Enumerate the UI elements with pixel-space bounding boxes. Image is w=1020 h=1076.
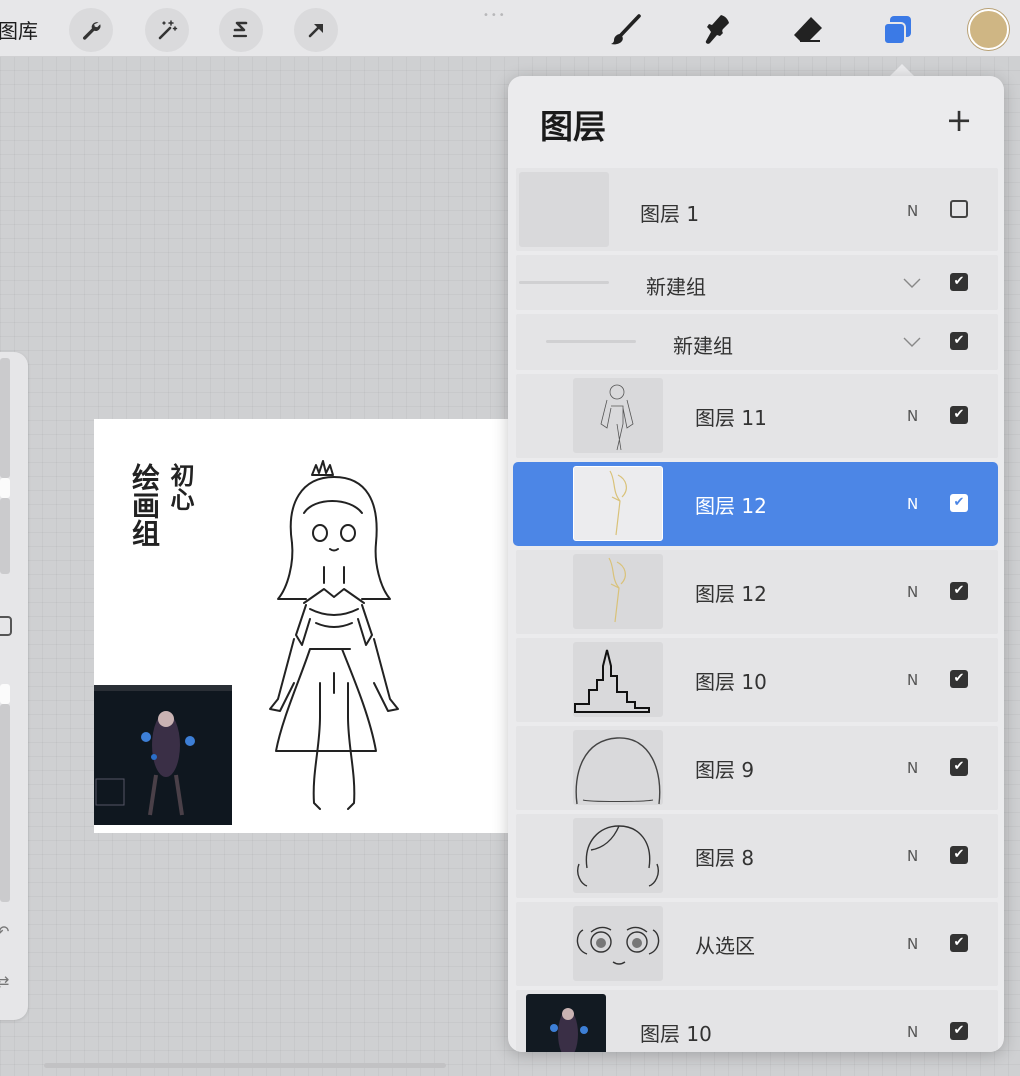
gallery-button[interactable]: 图库: [0, 15, 38, 44]
visibility-checkbox[interactable]: ✔: [950, 758, 968, 776]
visibility-checkbox[interactable]: ✔: [950, 670, 968, 688]
layer-thumbnail: [573, 642, 663, 717]
home-indicator: [44, 1063, 446, 1068]
brush-icon[interactable]: [606, 10, 646, 50]
blend-mode-button[interactable]: N: [907, 202, 918, 220]
visibility-checkbox[interactable]: ✔: [950, 934, 968, 952]
layer-row[interactable]: 图层 11 N ✔: [516, 374, 998, 458]
group-indicator-line: [546, 340, 636, 343]
layer-thumbnail: [573, 730, 663, 805]
opacity-handle[interactable]: [0, 684, 10, 704]
layer-row[interactable]: 从选区 N ✔: [516, 902, 998, 986]
layer-name: 图层 12: [695, 582, 767, 606]
opacity-slider[interactable]: [0, 704, 10, 902]
eraser-icon[interactable]: [788, 10, 828, 50]
group-indicator-line: [519, 281, 609, 284]
wrench-icon[interactable]: [69, 8, 113, 52]
undo-icon[interactable]: ↶: [0, 922, 9, 941]
layer-name: 图层 9: [695, 758, 755, 782]
layer-name: 图层 11: [695, 406, 767, 430]
layer-name: 图层 10: [695, 670, 767, 694]
left-sidebar: ↶ ⇄: [0, 352, 28, 1020]
add-layer-button[interactable]: +: [944, 104, 974, 136]
layer-name: 从选区: [695, 934, 755, 958]
drawing-canvas[interactable]: 初心 绘画组: [94, 419, 514, 833]
layer-thumbnail: [519, 172, 609, 247]
blend-mode-button[interactable]: N: [907, 407, 918, 425]
modify-button[interactable]: [0, 616, 12, 636]
transform-arrow-icon[interactable]: [294, 8, 338, 52]
chevron-down-icon[interactable]: [902, 332, 922, 352]
layer-row[interactable]: 图层 12 N ✔: [516, 550, 998, 634]
visibility-checkbox[interactable]: ✔: [950, 406, 968, 424]
color-swatch[interactable]: [968, 9, 1009, 50]
layer-row[interactable]: 图层 10 N ✔: [516, 990, 998, 1052]
visibility-checkbox[interactable]: ✔: [950, 494, 968, 512]
chevron-down-icon[interactable]: [902, 273, 922, 293]
smudge-icon[interactable]: [697, 10, 737, 50]
reference-photo[interactable]: [94, 685, 232, 825]
brush-size-slider-lower: [0, 498, 10, 574]
layer-row-selected[interactable]: 图层 12 N ✔: [513, 462, 998, 546]
layers-panel: 图层 + 图层 1 N 新建组 ✔ 新建组 ✔ 图层 11 N ✔ 图层 12 …: [508, 76, 1004, 1052]
group-row[interactable]: 新建组 ✔: [516, 255, 998, 310]
blend-mode-button[interactable]: N: [907, 583, 918, 601]
selection-icon[interactable]: [219, 8, 263, 52]
calligraphy-line-1: 初心: [166, 463, 195, 511]
layer-row[interactable]: 图层 9 N ✔: [516, 726, 998, 810]
panel-pointer: [890, 64, 914, 76]
blend-mode-button[interactable]: N: [907, 759, 918, 777]
layer-thumbnail: [573, 378, 663, 453]
layer-name: 图层 12: [695, 494, 767, 518]
visibility-checkbox[interactable]: ✔: [950, 273, 968, 291]
group-row[interactable]: 新建组 ✔: [516, 314, 998, 370]
redo-icon[interactable]: ⇄: [0, 972, 9, 991]
layer-name: 图层 10: [640, 1022, 712, 1046]
brush-size-slider[interactable]: [0, 358, 10, 478]
layer-row[interactable]: 图层 10 N ✔: [516, 638, 998, 722]
blend-mode-button[interactable]: N: [907, 935, 918, 953]
visibility-checkbox[interactable]: ✔: [950, 1022, 968, 1040]
blend-mode-button[interactable]: N: [907, 495, 918, 513]
layer-thumbnail: [573, 818, 663, 893]
visibility-checkbox[interactable]: ✔: [950, 332, 968, 350]
top-toolbar: 图库 •••: [0, 0, 1020, 57]
layer-row[interactable]: 图层 8 N ✔: [516, 814, 998, 898]
panel-title: 图层: [540, 107, 606, 146]
visibility-checkbox[interactable]: ✔: [950, 846, 968, 864]
layer-name: 图层 1: [640, 202, 700, 226]
group-name: 新建组: [673, 334, 733, 358]
layer-name: 图层 8: [695, 846, 755, 870]
visibility-checkbox[interactable]: ✔: [950, 582, 968, 600]
group-name: 新建组: [646, 275, 706, 299]
layer-thumbnail: [526, 994, 606, 1052]
drag-handle[interactable]: •••: [483, 10, 507, 21]
calligraphy-line-2: 绘画组: [128, 463, 161, 547]
layer-row[interactable]: 图层 1 N: [516, 168, 998, 251]
blend-mode-button[interactable]: N: [907, 847, 918, 865]
blend-mode-button[interactable]: N: [907, 1023, 918, 1041]
brush-size-handle[interactable]: [0, 478, 10, 498]
magic-wand-icon[interactable]: [145, 8, 189, 52]
layers-icon[interactable]: [877, 10, 917, 50]
layer-thumbnail: [573, 554, 663, 629]
visibility-checkbox[interactable]: [950, 200, 968, 218]
character-sketch: [269, 460, 399, 810]
layer-thumbnail: [573, 906, 663, 981]
layer-thumbnail: [573, 466, 663, 541]
blend-mode-button[interactable]: N: [907, 671, 918, 689]
